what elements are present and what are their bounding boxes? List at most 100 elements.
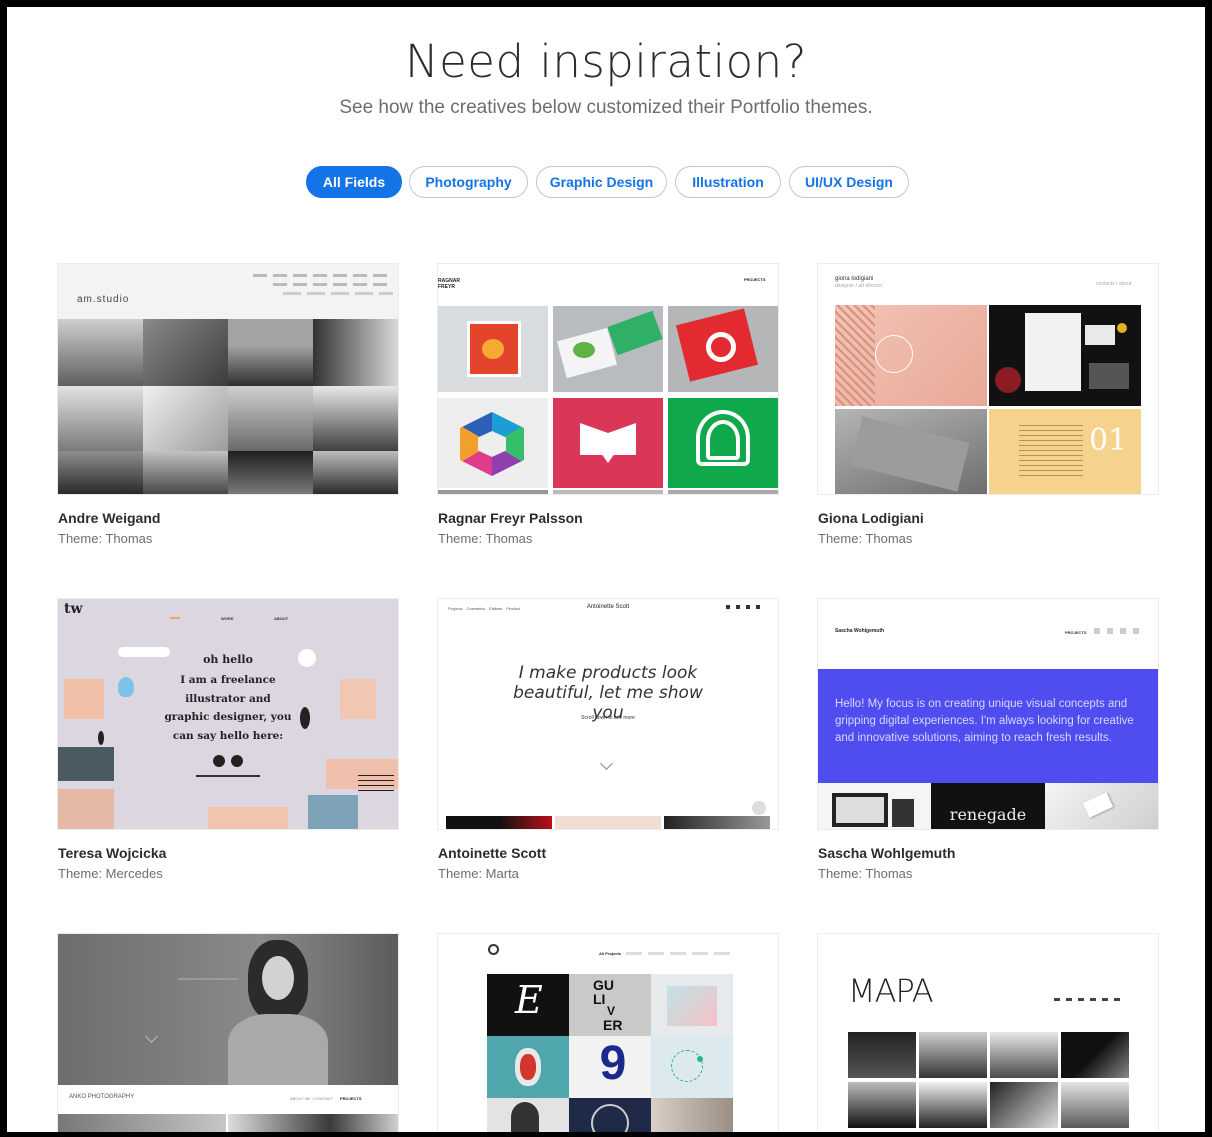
preview-photo	[1061, 1032, 1129, 1078]
card-author-name[interactable]: Andre Weigand	[58, 510, 160, 526]
chevron-down-icon	[145, 1030, 158, 1043]
preview-scroll-hint: Scroll down to see more	[581, 715, 635, 721]
preview-photo	[58, 451, 143, 494]
preview-photo	[58, 319, 143, 386]
card-author-name[interactable]: Ragnar Freyr Palsson	[438, 510, 583, 526]
preview-project-tile	[651, 1036, 733, 1098]
preview-project-tile	[438, 306, 548, 392]
preview-photo	[228, 319, 313, 386]
preview-nav	[253, 274, 393, 277]
preview-photo	[143, 386, 228, 451]
preview-headline: I make products look beautiful, let me s…	[513, 663, 703, 723]
page-subtitle: See how the creatives below customized t…	[339, 97, 873, 118]
preview-photo	[919, 1032, 987, 1078]
preview-photo	[313, 451, 398, 494]
preview-photo	[990, 1082, 1058, 1128]
card-theme-name: Theme: Thomas	[818, 866, 913, 881]
preview-nav: PROJECTS	[744, 277, 766, 282]
portfolio-preview-image[interactable]: tw WORK ABOUT oh hello I am a freelance …	[58, 599, 398, 829]
filter-graphic-design[interactable]: Graphic Design	[536, 166, 667, 198]
preview-logo: ANKO PHOTOGRAPHY	[69, 1094, 135, 1100]
preview-photo	[848, 1082, 916, 1128]
preview-photo	[848, 1032, 916, 1078]
preview-project-tile: 9	[569, 1036, 651, 1098]
portfolio-preview-image[interactable]: ANKO PHOTOGRAPHY ABOUT ME / CONTACT PROJ…	[58, 934, 398, 1132]
preview-intro: I am a freelance illustrator and graphic…	[164, 674, 292, 742]
portfolio-preview-image[interactable]: Projects Cosmetics Edibles Product Antoi…	[438, 599, 778, 829]
preview-photo	[228, 451, 313, 494]
preview-project-tile	[668, 306, 778, 392]
preview-project-tile	[651, 974, 733, 1036]
preview-tile-word: renegade	[949, 805, 1027, 824]
preview-nav: PROJECTS	[1065, 630, 1087, 635]
filter-pills: All Fields Photography Graphic Design Il…	[7, 166, 1205, 200]
portfolio-preview-image[interactable]: giona lodigiani designer / art director …	[818, 264, 1158, 494]
preview-tagline: designer / art director	[835, 283, 883, 289]
preview-logo: RAGNAR FREYR	[438, 278, 460, 290]
preview-nav-item: ABOUT	[274, 616, 289, 621]
portfolio-card[interactable]: giona lodigiani designer / art director …	[818, 264, 1158, 554]
preview-logo: giona lodigiani	[835, 276, 874, 282]
preview-project-tile	[835, 409, 987, 494]
portfolio-card[interactable]: All Projects E GU LI V ER 9	[438, 934, 778, 1132]
preview-nav	[273, 283, 393, 286]
portfolio-card[interactable]: Projects Cosmetics Edibles Product Antoi…	[438, 599, 778, 889]
preview-logo: MAPA	[848, 972, 934, 1010]
preview-social-icons	[726, 605, 766, 609]
card-theme-name: Theme: Thomas	[438, 531, 533, 546]
preview-logo: am.studio	[77, 294, 130, 305]
filter-all-fields[interactable]: All Fields	[306, 166, 402, 198]
card-theme-name: Theme: Thomas	[58, 531, 153, 546]
preview-photo	[143, 319, 228, 386]
portfolio-inspiration-page: Need inspiration? See how the creatives …	[7, 7, 1205, 1132]
card-theme-name: Theme: Marta	[438, 866, 519, 881]
portfolio-preview-image[interactable]: am.studio	[58, 264, 398, 494]
card-author-name[interactable]: Antoinette Scott	[438, 845, 546, 861]
filter-illustration[interactable]: Illustration	[675, 166, 781, 198]
preview-nav	[1054, 998, 1126, 1001]
card-author-name[interactable]: Teresa Wojcicka	[58, 845, 166, 861]
portfolio-preview-image[interactable]: MAPA	[818, 934, 1158, 1132]
filter-photography[interactable]: Photography	[409, 166, 528, 198]
preview-project-tile	[668, 398, 778, 488]
preview-intro: Hello! My focus is on creating unique vi…	[835, 698, 1134, 744]
preview-nav: contacts / about	[1096, 281, 1132, 287]
preview-project-tile	[553, 398, 663, 488]
preview-intro-banner: Hello! My focus is on creating unique vi…	[818, 669, 1158, 783]
portfolio-card[interactable]: MAPA	[818, 934, 1158, 1132]
preview-nav: All Projects	[599, 951, 622, 956]
card-author-name[interactable]: Sascha Wohlgemuth	[818, 845, 955, 861]
preview-photo	[228, 386, 313, 451]
preview-project-tile	[487, 1036, 569, 1098]
preview-project-tile	[818, 783, 931, 829]
preview-project-tile	[1045, 783, 1158, 829]
preview-nav-item: PROJECTS	[340, 1096, 362, 1101]
portfolio-card[interactable]: tw WORK ABOUT oh hello I am a freelance …	[58, 599, 398, 889]
preview-photo	[143, 451, 228, 494]
preview-project-tile	[989, 305, 1141, 406]
preview-project-tile	[438, 398, 548, 488]
portfolio-preview-image[interactable]: RAGNAR FREYR PROJECTS	[438, 264, 778, 494]
preview-nav-item: WORK	[221, 616, 234, 621]
portfolio-preview-image[interactable]: All Projects E GU LI V ER 9	[438, 934, 778, 1132]
preview-nav	[283, 292, 393, 295]
chevron-down-icon	[600, 757, 613, 770]
preview-project-tile	[553, 306, 663, 392]
preview-logo: tw	[64, 601, 83, 617]
preview-photo	[313, 319, 398, 386]
preview-photo	[313, 386, 398, 451]
filter-uiux-design[interactable]: UI/UX Design	[789, 166, 909, 198]
portfolio-card[interactable]: RAGNAR FREYR PROJECTS Ragnar Freyr Palss…	[438, 264, 778, 554]
portfolio-card[interactable]: Sascha Wohlgemuth PROJECTS Hello! My foc…	[818, 599, 1158, 889]
card-author-name[interactable]: Giona Lodigiani	[818, 510, 924, 526]
preview-photo	[990, 1032, 1058, 1078]
page-title: Need inspiration?	[404, 35, 808, 88]
portfolio-card[interactable]: am.studio Andre Weigand Theme: Thomas	[58, 264, 398, 554]
preview-logo: Sascha Wohlgemuth	[835, 628, 885, 634]
preview-photo	[919, 1082, 987, 1128]
preview-project-tile	[835, 305, 987, 406]
preview-nav-item: ABOUT ME / CONTACT	[290, 1096, 334, 1101]
portfolio-card[interactable]: ANKO PHOTOGRAPHY ABOUT ME / CONTACT PROJ…	[58, 934, 398, 1132]
preview-hero-photo	[58, 934, 398, 1085]
portfolio-preview-image[interactable]: Sascha Wohlgemuth PROJECTS Hello! My foc…	[818, 599, 1158, 829]
